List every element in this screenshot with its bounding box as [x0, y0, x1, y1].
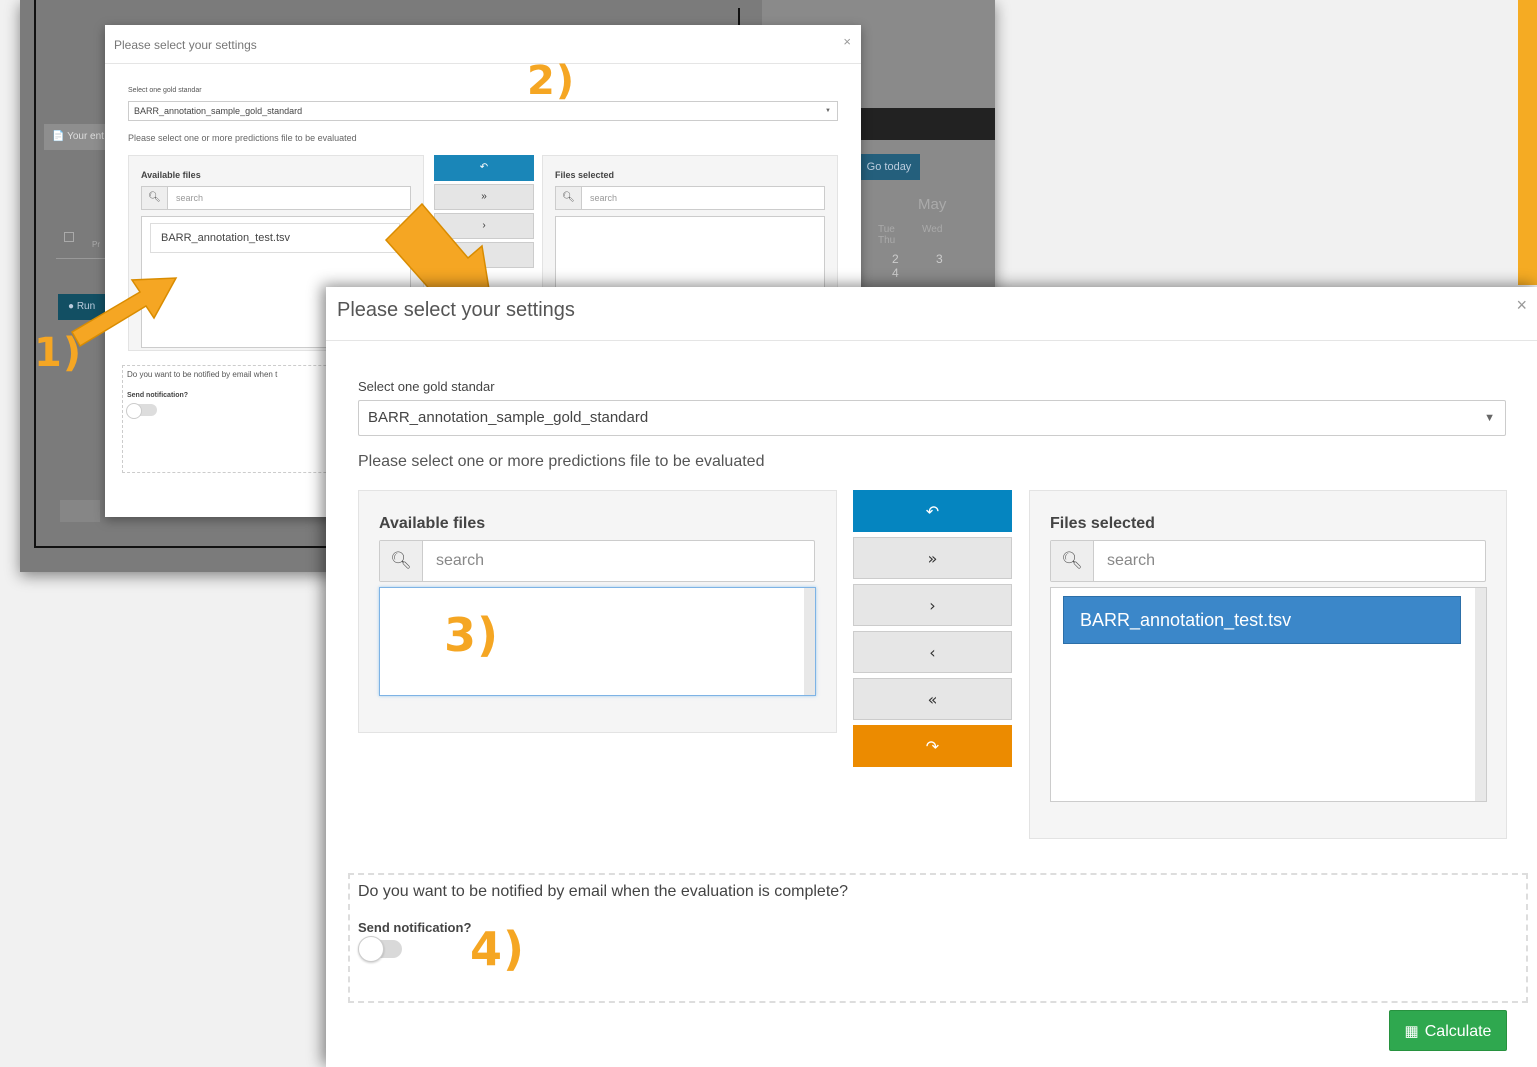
scrollbar[interactable] [1475, 588, 1486, 801]
gold-standard-select[interactable]: BARR_annotation_sample_gold_standard ▼ [358, 400, 1506, 436]
calendar-header-bar [860, 108, 995, 140]
predictions-label: Please select one or more predictions fi… [358, 453, 765, 470]
available-search-input[interactable] [424, 541, 812, 581]
row-checkbox[interactable] [64, 232, 74, 242]
preview-available-title: Available files [141, 170, 201, 180]
search-icon: 🔍︎ [380, 541, 423, 581]
modal-header-divider [326, 340, 1537, 341]
preview-selected-list[interactable] [555, 216, 825, 296]
available-search-box: 🔍︎ [379, 540, 815, 582]
accent-strip [1518, 0, 1537, 285]
move-all-right-button[interactable]: » [853, 537, 1012, 579]
files-selected-title: Files selected [1050, 515, 1155, 532]
your-entries-tab[interactable]: 📄 Your ent [44, 124, 114, 150]
preview-notify-question: Do you want to be notified by email when… [127, 370, 278, 379]
calculate-button[interactable]: ▦ Calculate [1389, 1010, 1507, 1051]
day-number[interactable]: 4 [892, 266, 936, 280]
background-divider [738, 8, 740, 26]
preview-gold-select[interactable]: BARR_annotation_sample_gold_standard ▼ [128, 101, 838, 121]
search-icon: 🔍︎ [142, 187, 168, 209]
list-item[interactable]: BARR_annotation_test.tsv [1063, 596, 1461, 644]
preview-gold-value: BARR_annotation_sample_gold_standard [134, 106, 303, 116]
list-item[interactable]: BARR_annotation_test.tsv [150, 223, 400, 253]
preview-send-notification-label: Send notification? [127, 392, 189, 399]
transfer-buttons: ↶ » › ‹ « ↷ [853, 490, 1012, 772]
preview-predictions-label: Please select one or more predictions fi… [128, 133, 357, 143]
search-icon: 🔍︎ [556, 187, 582, 209]
selected-search-input[interactable] [1095, 541, 1483, 581]
modal-title: Please select your settings [337, 299, 575, 321]
pager[interactable] [60, 500, 100, 522]
preview-close-icon[interactable]: × [843, 34, 851, 49]
toggle-knob [358, 936, 384, 962]
step-4-label: 4) [470, 922, 526, 976]
preview-selected-title: Files selected [555, 170, 615, 180]
send-notification-toggle[interactable] [358, 936, 402, 962]
step-2-label: 2) [527, 58, 576, 104]
preview-available-search[interactable]: 🔍︎ search [141, 186, 411, 210]
move-left-button[interactable]: ‹ [853, 631, 1012, 673]
files-selected-list[interactable]: BARR_annotation_test.tsv [1050, 587, 1487, 802]
calculator-icon: ▦ [1404, 1023, 1419, 1040]
gold-standard-value: BARR_annotation_sample_gold_standard [368, 409, 649, 426]
weekday-label: Tue [878, 224, 895, 235]
your-entries-label: Your ent [67, 131, 104, 142]
day-number[interactable]: 3 [936, 252, 980, 266]
calendar-day-numbers: 2 34 [892, 252, 995, 280]
files-selected-panel: Files selected 🔍︎ BARR_annotation_test.t… [1029, 490, 1507, 839]
move-right-button[interactable]: › [853, 584, 1012, 626]
preview-search-placeholder: search [590, 193, 618, 203]
gold-standard-label: Select one gold standar [358, 379, 495, 394]
move-all-left-button[interactable]: « [853, 678, 1012, 720]
preview-gold-label: Select one gold standar [128, 87, 202, 94]
send-notification-label: Send notification? [358, 920, 472, 935]
go-today-button[interactable]: Go today [858, 154, 920, 180]
chevron-down-icon: ▼ [1484, 412, 1495, 424]
preview-undo-button[interactable]: ↶ [434, 155, 534, 181]
preview-selected-panel: Files selected 🔍︎ search [542, 155, 838, 296]
available-files-panel: Available files 🔍︎ [358, 490, 837, 733]
available-files-title: Available files [379, 515, 486, 532]
scrollbar[interactable] [804, 588, 815, 695]
search-icon: 🔍︎ [1051, 541, 1094, 581]
preview-divider [105, 63, 861, 64]
preview-search-placeholder: search [176, 193, 204, 203]
calculate-label: Calculate [1424, 1023, 1492, 1040]
selected-search-box: 🔍︎ [1050, 540, 1486, 582]
weekday-label: Thu [878, 235, 896, 246]
redo-button[interactable]: ↷ [853, 725, 1012, 767]
step-3-label: 3) [444, 608, 500, 662]
day-number[interactable]: 2 [892, 252, 936, 266]
weekday-label: Wed [922, 224, 943, 235]
preview-selected-search[interactable]: 🔍︎ search [555, 186, 825, 210]
step-1-arrow-icon [70, 277, 178, 348]
close-icon[interactable]: × [1516, 295, 1527, 316]
chevron-down-icon: ▼ [825, 108, 831, 114]
calendar-month: May [918, 196, 947, 213]
preview-modal-title: Please select your settings [114, 38, 257, 52]
undo-button[interactable]: ↶ [853, 490, 1012, 532]
preview-notification-toggle[interactable] [126, 403, 157, 419]
calendar-weekdays: Tue Wed Thu [878, 224, 995, 246]
notify-question: Do you want to be notified by email when… [358, 883, 849, 900]
column-header-pr: Pr [92, 240, 100, 249]
